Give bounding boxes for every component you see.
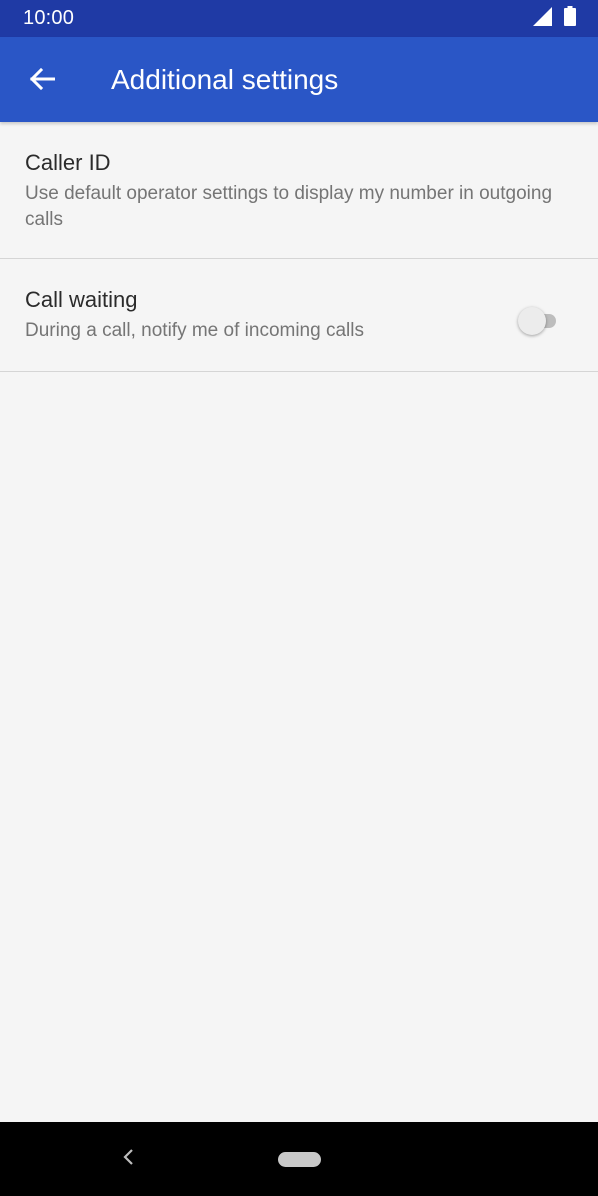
navigation-bar <box>0 1122 598 1196</box>
signal-icon <box>533 6 552 31</box>
setting-call-waiting[interactable]: Call waiting During a call, notify me of… <box>0 259 598 372</box>
home-pill-icon[interactable] <box>278 1152 321 1167</box>
toggle-thumb <box>518 307 546 335</box>
back-button[interactable] <box>18 57 66 105</box>
battery-icon <box>564 6 576 31</box>
nav-back-button[interactable] <box>114 1144 144 1174</box>
settings-list: Caller ID Use default operator settings … <box>0 122 598 372</box>
setting-summary: Use default operator settings to display… <box>25 183 553 230</box>
setting-summary: During a call, notify me of incoming cal… <box>25 320 364 341</box>
status-bar: 10:00 <box>0 0 598 37</box>
status-time: 10:00 <box>23 7 75 29</box>
call-waiting-toggle[interactable] <box>518 307 556 335</box>
app-bar: Additional settings <box>0 37 598 122</box>
status-icons <box>533 6 576 31</box>
setting-caller-id[interactable]: Caller ID Use default operator settings … <box>0 122 598 259</box>
setting-title: Caller ID <box>25 150 111 175</box>
arrow-back-icon <box>29 67 56 95</box>
setting-title: Call waiting <box>25 287 138 312</box>
nav-back-icon <box>122 1148 136 1171</box>
page-title: Additional settings <box>111 64 339 95</box>
